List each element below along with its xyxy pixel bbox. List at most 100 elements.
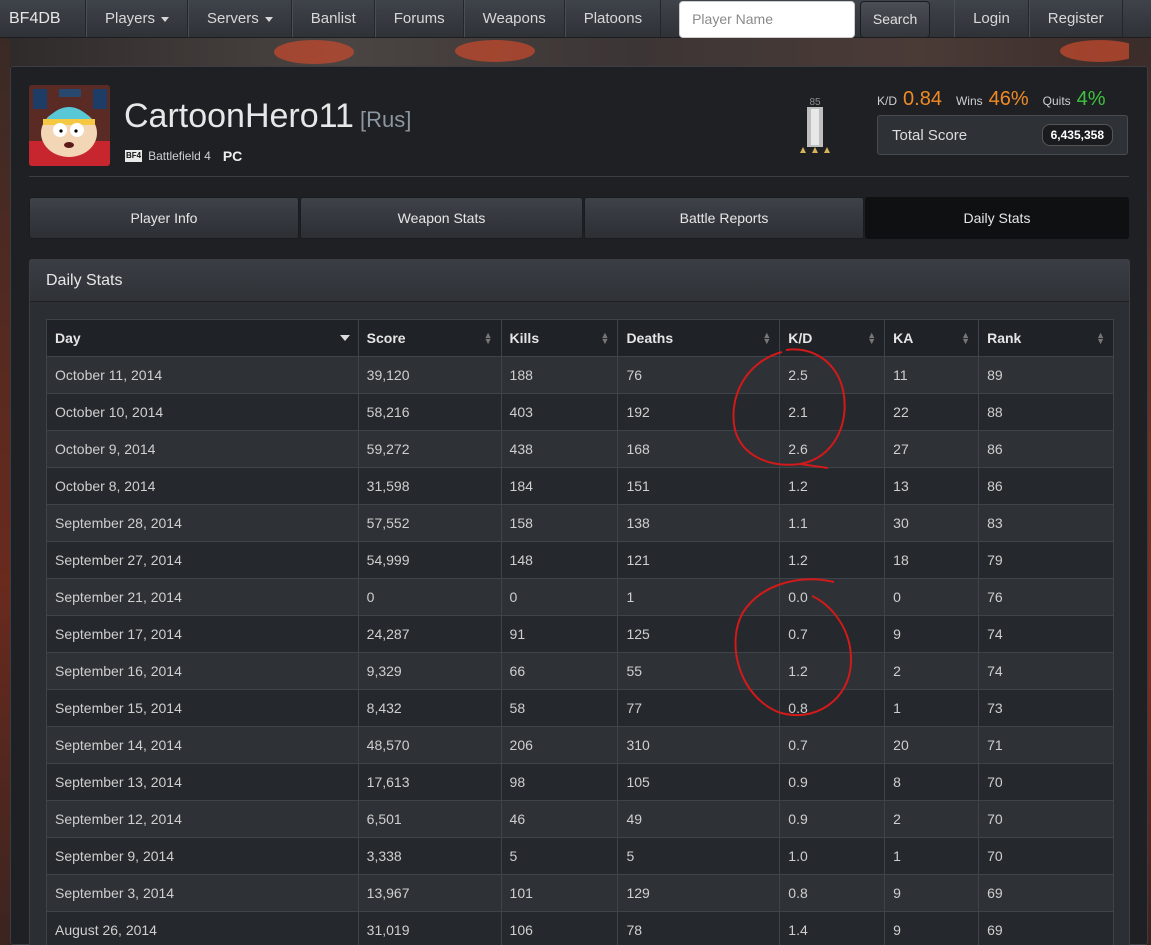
header-divider: [29, 176, 1129, 177]
tab-daily-stats[interactable]: Daily Stats: [865, 197, 1129, 239]
sort-icon: ▲ ▼: [600, 330, 610, 346]
cell-kd: 0.9: [779, 800, 886, 838]
cell-ka: 9: [884, 874, 980, 912]
cell-deaths: 138: [617, 504, 781, 542]
brand-logo[interactable]: BF4DB: [0, 0, 86, 37]
cell-day: September 15, 2014: [46, 689, 359, 727]
nav-forums[interactable]: Forums: [374, 0, 464, 37]
tab-weapon-stats[interactable]: Weapon Stats: [300, 197, 583, 239]
nav-platoons[interactable]: Platoons: [564, 0, 662, 37]
cell-kills: 66: [500, 652, 619, 690]
tab-battle-reports[interactable]: Battle Reports: [584, 197, 864, 239]
cell-score: 59,272: [357, 430, 502, 468]
nav-banlist[interactable]: Banlist: [291, 0, 375, 37]
cell-ka: 27: [884, 430, 980, 468]
player-avatar: [29, 85, 110, 166]
column-header-kills[interactable]: Kills ▲ ▼: [500, 319, 619, 357]
cell-kd: 0.7: [779, 726, 886, 764]
column-header-deaths[interactable]: Deaths ▲ ▼: [617, 319, 781, 357]
cell-kd: 1.0: [779, 837, 886, 875]
total-score-box: Total Score 6,435,358: [877, 115, 1128, 155]
bf4-game-icon: BF4: [125, 150, 143, 162]
nav-servers-dropdown[interactable]: Servers: [188, 0, 292, 37]
column-header-score[interactable]: Score ▲ ▼: [357, 319, 502, 357]
caret-down-icon: [161, 17, 170, 22]
cell-kills: 188: [500, 356, 619, 394]
cell-ka: 1: [884, 837, 980, 875]
cell-rank: 71: [978, 726, 1114, 764]
cell-day: September 17, 2014: [46, 615, 359, 653]
background-blob: [274, 40, 354, 64]
table-row: October 9, 2014 59,272 438 168 2.6 27 86: [46, 430, 1114, 468]
cell-day: September 12, 2014: [46, 800, 359, 838]
rank-number: 85: [809, 97, 821, 108]
cell-deaths: 1: [617, 578, 781, 616]
cell-kd: 2.1: [779, 393, 886, 431]
cell-score: 9,329: [357, 652, 502, 690]
tab-player-info[interactable]: Player Info: [29, 197, 299, 239]
game-name: Battlefield 4: [148, 149, 211, 163]
player-name-heading: CartoonHero11 [Rus]: [124, 97, 411, 136]
cell-ka: 13: [884, 467, 980, 505]
cell-score: 0: [357, 578, 502, 616]
cell-rank: 86: [978, 467, 1114, 505]
player-name: CartoonHero11: [124, 97, 354, 135]
table-row: September 27, 2014 54,999 148 121 1.2 18 79: [46, 541, 1114, 579]
cell-score: 57,552: [357, 504, 502, 542]
game-info: BF4 Battlefield 4 PC: [125, 148, 242, 164]
table-row: September 9, 2014 3,338 5 5 1.0 1 70: [46, 837, 1114, 875]
column-header-day[interactable]: Day: [46, 319, 359, 357]
table-row: September 3, 2014 13,967 101 129 0.8 9 69: [46, 874, 1114, 912]
cell-day: October 10, 2014: [46, 393, 359, 431]
cell-deaths: 49: [617, 800, 781, 838]
cell-kills: 158: [500, 504, 619, 542]
cell-deaths: 310: [617, 726, 781, 764]
nav-weapons[interactable]: Weapons: [463, 0, 565, 37]
cell-kills: 5: [500, 837, 619, 875]
cell-kills: 148: [500, 541, 619, 579]
cell-kd: 1.1: [779, 504, 886, 542]
total-score-label: Total Score: [892, 126, 968, 144]
nav-servers-label: Servers: [207, 10, 259, 27]
kd-label: K/D: [877, 94, 898, 108]
total-score-badge: 6,435,358: [1041, 124, 1113, 146]
cell-ka: 2: [884, 800, 980, 838]
cell-kills: 101: [500, 874, 619, 912]
cell-score: 3,338: [357, 837, 502, 875]
cell-rank: 73: [978, 689, 1114, 727]
cell-day: August 26, 2014: [46, 911, 359, 945]
search-button[interactable]: Search: [860, 0, 931, 38]
background-strip: [0, 38, 1151, 66]
cell-rank: 69: [978, 911, 1114, 945]
cell-ka: 11: [884, 356, 980, 394]
column-header-ka[interactable]: KA ▲ ▼: [884, 319, 980, 357]
daily-stats-table: Day Score ▲ ▼ Kills ▲ ▼ Deaths ▲ ▼ K/D ▲ ▼ KA ▲ ▼ …: [46, 319, 1114, 945]
table-row: October 11, 2014 39,120 188 76 2.5 11 89: [46, 356, 1114, 394]
column-header-kd[interactable]: K/D ▲ ▼: [779, 319, 886, 357]
cell-kills: 46: [500, 800, 619, 838]
cell-score: 17,613: [357, 763, 502, 801]
cell-deaths: 121: [617, 541, 781, 579]
clan-tag[interactable]: [Rus]: [360, 107, 411, 132]
cell-kd: 1.2: [779, 541, 886, 579]
table-row: September 16, 2014 9,329 66 55 1.2 2 74: [46, 652, 1114, 690]
nav-players-label: Players: [105, 10, 156, 27]
cell-rank: 70: [978, 800, 1114, 838]
cell-ka: 9: [884, 911, 980, 945]
player-search-input[interactable]: [679, 0, 856, 38]
cell-kd: 2.6: [779, 430, 886, 468]
cell-kills: 403: [500, 393, 619, 431]
cell-kills: 0: [500, 578, 619, 616]
rank-badge: 85: [795, 95, 831, 161]
cell-deaths: 129: [617, 874, 781, 912]
cell-day: September 16, 2014: [46, 652, 359, 690]
nav-players-dropdown[interactable]: Players: [86, 0, 189, 37]
background-left-edge: [0, 38, 10, 945]
cell-kd: 2.5: [779, 356, 886, 394]
cell-kd: 0.9: [779, 763, 886, 801]
nav-login[interactable]: Login: [954, 0, 1029, 37]
cell-kills: 206: [500, 726, 619, 764]
nav-register[interactable]: Register: [1028, 0, 1123, 37]
cell-score: 24,287: [357, 615, 502, 653]
column-header-rank[interactable]: Rank ▲ ▼: [978, 319, 1114, 357]
